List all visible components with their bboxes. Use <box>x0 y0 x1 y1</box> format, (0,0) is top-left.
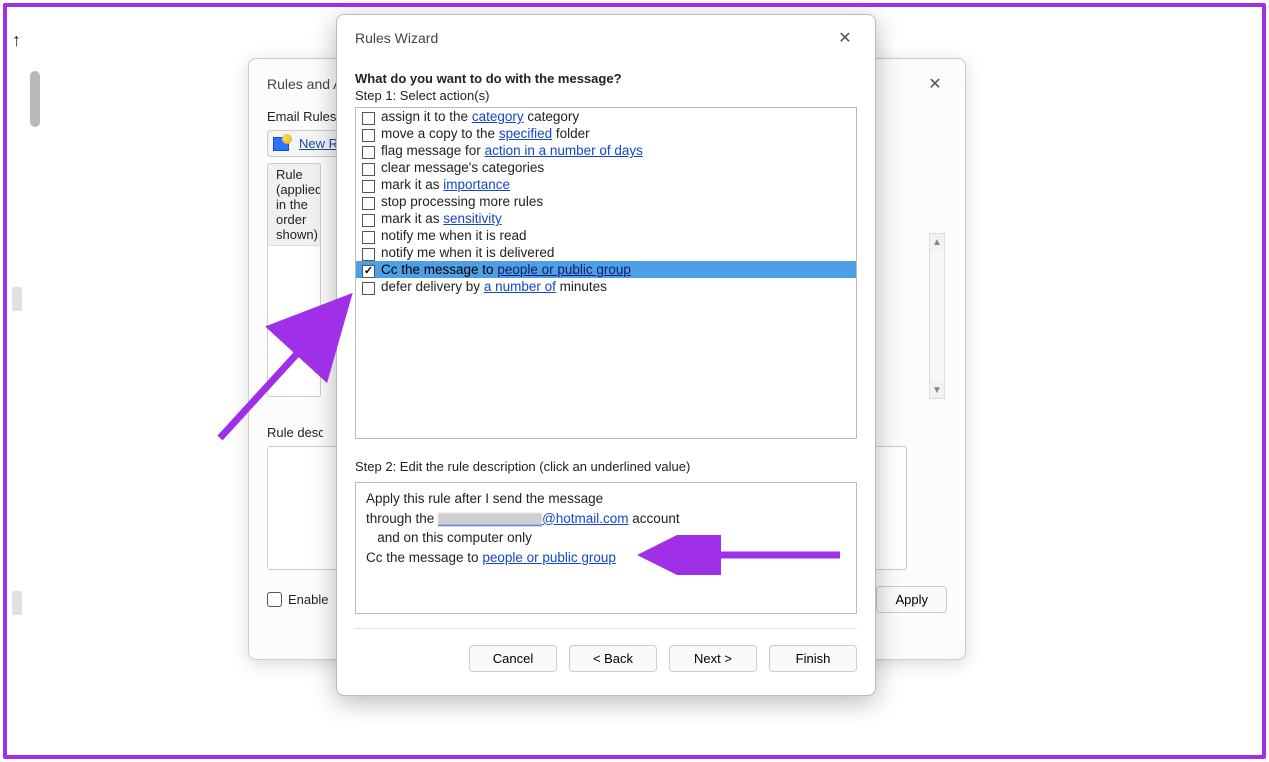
rule-description-editor[interactable]: Apply this rule after I send the message… <box>355 482 857 614</box>
action-link[interactable]: specified <box>499 126 552 141</box>
wizard-button-row: Cancel < Back Next > Finish <box>355 628 857 672</box>
desc-line-3: and on this computer only <box>366 528 846 548</box>
scroll-up-icon[interactable]: ▲ <box>930 234 944 250</box>
action-checkbox[interactable] <box>362 180 375 193</box>
step1-label: Step 1: Select action(s) <box>355 88 857 103</box>
scrollbar-thumb[interactable] <box>30 71 40 127</box>
left-gutter: ↑ <box>12 30 42 750</box>
actions-listbox[interactable]: assign it to the category category move a… <box>355 107 857 439</box>
action-text: mark it as importance <box>381 177 510 192</box>
action-link[interactable]: people or public group <box>497 262 631 277</box>
people-or-group-link[interactable]: people or public group <box>482 550 616 565</box>
desc-text: account <box>629 511 680 526</box>
new-rule-icon <box>273 137 289 151</box>
side-marker <box>12 591 22 615</box>
action-checkbox[interactable] <box>362 265 375 278</box>
action-checkbox[interactable] <box>362 282 375 295</box>
action-checkbox[interactable] <box>362 112 375 125</box>
action-link[interactable]: action in a number of days <box>485 143 643 158</box>
action-checkbox[interactable] <box>362 214 375 227</box>
action-text: move a copy to the specified folder <box>381 126 590 141</box>
action-row[interactable]: notify me when it is read <box>356 227 856 244</box>
action-text: notify me when it is read <box>381 228 527 243</box>
enable-rss-checkbox[interactable] <box>267 592 282 607</box>
desc-text: Cc the message to <box>366 550 482 565</box>
desc-line-2: through the @hotmail.com account <box>366 509 846 529</box>
action-text: Cc the message to people or public group <box>381 262 631 277</box>
action-row[interactable]: assign it to the category category <box>356 108 856 125</box>
desc-text: through the <box>366 511 438 526</box>
action-row[interactable]: mark it as sensitivity <box>356 210 856 227</box>
action-checkbox[interactable] <box>362 248 375 261</box>
action-checkbox[interactable] <box>362 163 375 176</box>
rules-wizard-dialog: Rules Wizard ✕ What do you want to do wi… <box>336 14 876 696</box>
apply-button[interactable]: Apply <box>876 586 947 613</box>
scroll-track[interactable] <box>930 250 944 382</box>
action-checkbox[interactable] <box>362 197 375 210</box>
step2-label: Step 2: Edit the rule description (click… <box>355 459 857 474</box>
action-text: flag message for action in a number of d… <box>381 143 643 158</box>
action-text: defer delivery by a number of minutes <box>381 279 607 294</box>
dialog-title: Rules Wizard <box>355 30 438 46</box>
action-checkbox[interactable] <box>362 146 375 159</box>
finish-button[interactable]: Finish <box>769 645 857 672</box>
next-button[interactable]: Next > <box>669 645 757 672</box>
action-text: stop processing more rules <box>381 194 543 209</box>
action-text: notify me when it is delivered <box>381 245 554 260</box>
close-icon[interactable]: ✕ <box>923 72 947 96</box>
action-text: clear message's categories <box>381 160 544 175</box>
action-text: assign it to the category category <box>381 109 579 124</box>
action-link[interactable]: sensitivity <box>443 211 502 226</box>
account-link[interactable]: @hotmail.com <box>542 511 628 526</box>
cancel-button[interactable]: Cancel <box>469 645 557 672</box>
action-row[interactable]: flag message for action in a number of d… <box>356 142 856 159</box>
action-row[interactable]: stop processing more rules <box>356 193 856 210</box>
action-row[interactable]: defer delivery by a number of minutes <box>356 278 856 295</box>
action-row[interactable]: mark it as importance <box>356 176 856 193</box>
action-checkbox[interactable] <box>362 231 375 244</box>
back-button[interactable]: < Back <box>569 645 657 672</box>
action-row[interactable]: notify me when it is delivered <box>356 244 856 261</box>
nav-up-arrow-icon[interactable]: ↑ <box>12 30 42 51</box>
rules-grid-scrollbar[interactable]: ▲ ▼ <box>929 233 945 399</box>
action-text: mark it as sensitivity <box>381 211 502 226</box>
rules-grid-header: Rule (applied in the order shown) <box>268 164 320 246</box>
rules-grid-body[interactable] <box>268 246 320 396</box>
action-link[interactable]: category <box>472 109 524 124</box>
enable-rss-label: Enable rules on all messages downloaded … <box>288 592 328 607</box>
rule-description-label: Rule description (click an underlined va… <box>267 425 323 440</box>
wizard-question: What do you want to do with the message? <box>355 71 857 86</box>
action-checkbox[interactable] <box>362 129 375 142</box>
action-row[interactable]: clear message's categories <box>356 159 856 176</box>
redacted-account <box>438 513 542 526</box>
side-marker <box>12 287 22 311</box>
desc-line-4: Cc the message to people or public group <box>366 548 846 568</box>
action-row[interactable]: Cc the message to people or public group <box>356 261 856 278</box>
scroll-down-icon[interactable]: ▼ <box>930 382 944 398</box>
grid-header-text: Rule (applied in the order shown) <box>276 167 321 242</box>
close-icon[interactable]: ✕ <box>833 26 857 50</box>
action-row[interactable]: move a copy to the specified folder <box>356 125 856 142</box>
action-link[interactable]: importance <box>443 177 510 192</box>
action-link[interactable]: a number of <box>484 279 556 294</box>
desc-line-1: Apply this rule after I send the message <box>366 489 846 509</box>
